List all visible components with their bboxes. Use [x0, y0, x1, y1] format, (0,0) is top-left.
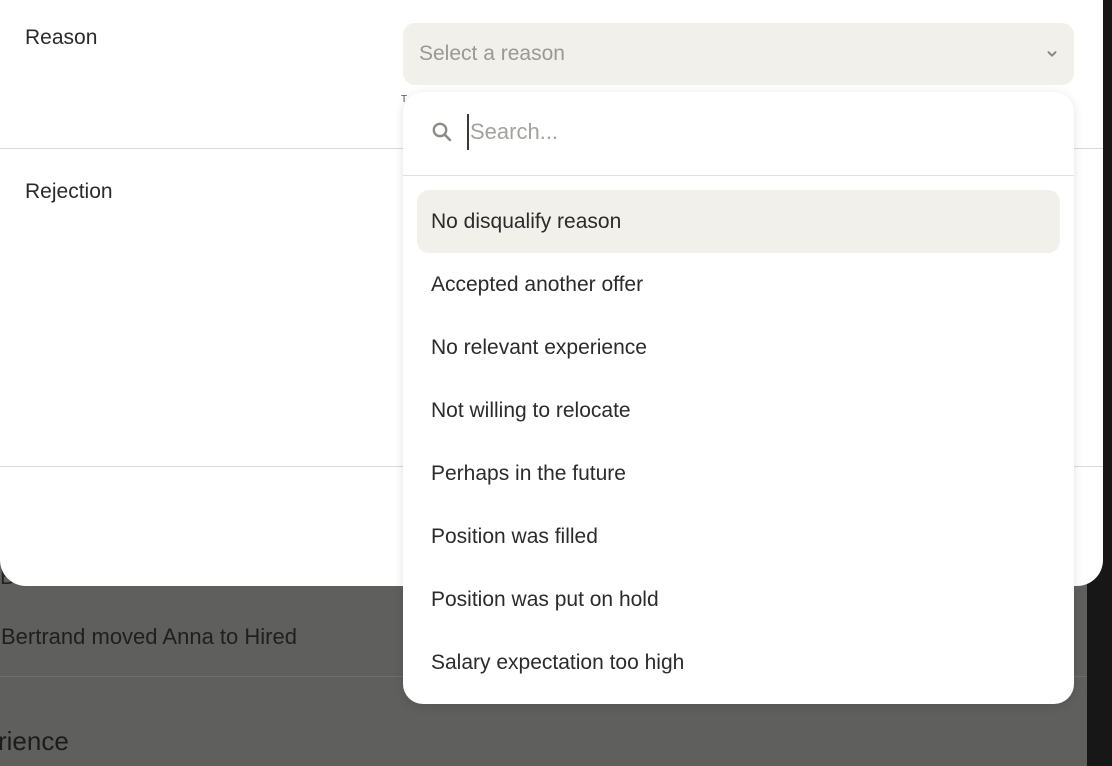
reason-select-placeholder: Select a reason — [419, 42, 565, 65]
option-not-willing-to-relocate[interactable]: Not willing to relocate — [417, 379, 1060, 442]
reason-select[interactable]: Select a reason — [403, 23, 1074, 85]
option-accepted-another-offer[interactable]: Accepted another offer — [417, 253, 1060, 316]
dropdown-options: No disqualify reason Accepted another of… — [417, 190, 1060, 694]
option-no-disqualify-reason[interactable]: No disqualify reason — [417, 190, 1060, 253]
background-section-heading: rience — [0, 726, 69, 756]
option-position-was-put-on-hold[interactable]: Position was put on hold — [417, 568, 1060, 631]
activity-entry: Bertrand moved Anna to Hired — [1, 624, 297, 649]
dropdown-search-row — [403, 92, 1074, 176]
option-no-relevant-experience[interactable]: No relevant experience — [417, 316, 1060, 379]
rejection-label: Rejection — [25, 180, 113, 203]
search-icon — [431, 121, 453, 143]
option-salary-expectation-too-high[interactable]: Salary expectation too high — [417, 631, 1060, 694]
search-input[interactable] — [467, 114, 1030, 150]
reason-label: Reason — [25, 26, 98, 49]
chevron-down-icon — [1046, 48, 1058, 60]
option-perhaps-in-the-future[interactable]: Perhaps in the future — [417, 442, 1060, 505]
option-position-was-filled[interactable]: Position was filled — [417, 505, 1060, 568]
reason-dropdown: No disqualify reason Accepted another of… — [403, 92, 1074, 704]
